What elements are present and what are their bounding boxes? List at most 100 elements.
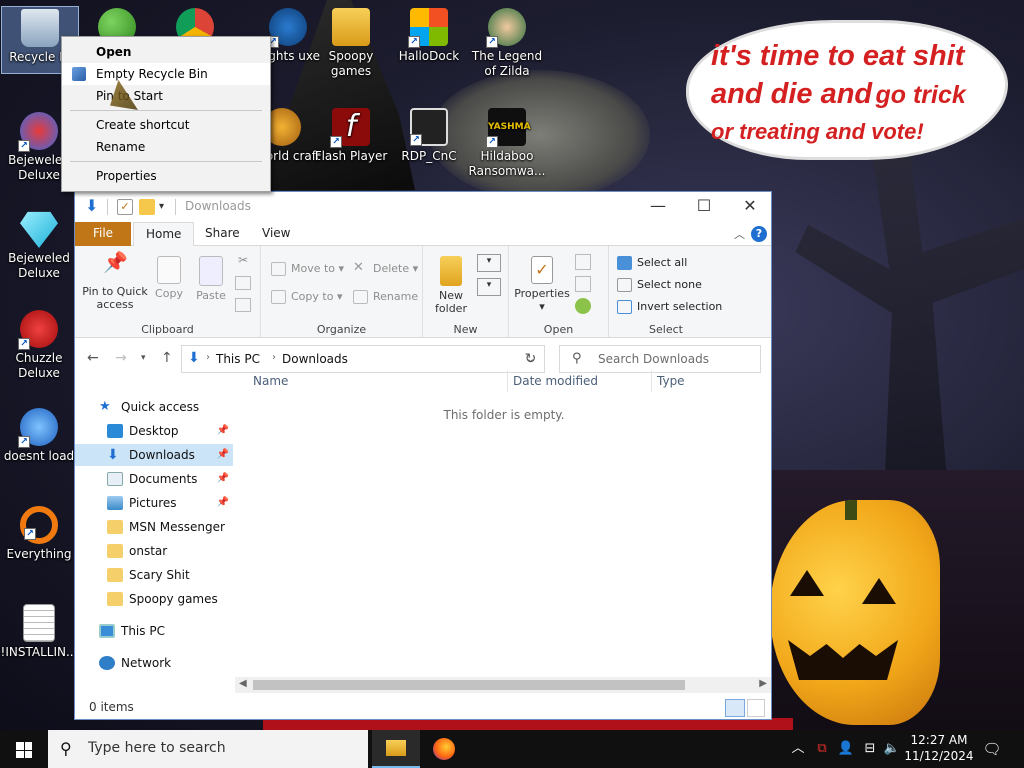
- details-view-button[interactable]: [725, 699, 745, 717]
- new-folder-icon[interactable]: [139, 199, 155, 215]
- user-icon[interactable]: 👤: [836, 730, 856, 768]
- help-icon[interactable]: ?: [751, 226, 767, 242]
- paste-shortcut-icon[interactable]: [235, 298, 251, 312]
- nav-folder-onstar[interactable]: onstar: [75, 540, 233, 562]
- column-header-name[interactable]: Name: [253, 370, 288, 392]
- properties-check-icon[interactable]: ✓: [117, 199, 133, 215]
- security-alert-icon[interactable]: ⧉: [812, 730, 832, 768]
- forward-button[interactable]: →: [115, 350, 127, 366]
- nav-folder-spoopy-games[interactable]: Spoopy games: [75, 588, 233, 610]
- paste-button[interactable]: Paste: [193, 256, 229, 302]
- pin-to-quick-access-button[interactable]: 📌 Pin to Quick access: [81, 252, 149, 311]
- up-button[interactable]: ↑: [161, 350, 173, 366]
- large-icons-view-button[interactable]: [747, 699, 765, 717]
- recycle-bin-icon: [21, 9, 59, 47]
- breadcrumb-this-pc[interactable]: This PC: [216, 352, 260, 366]
- tab-view[interactable]: View: [250, 222, 302, 246]
- taskbar-clock[interactable]: 12:27 AM 11/12/2024: [900, 732, 978, 764]
- maximize-button[interactable]: ☐: [681, 192, 727, 222]
- nav-quick-access[interactable]: ★ Quick access: [75, 396, 233, 418]
- menu-item-rename[interactable]: Rename: [62, 136, 270, 158]
- recent-locations-chevron-icon[interactable]: ▾: [141, 353, 146, 363]
- desktop-icon-legend-of-zilda[interactable]: ↗ The Legend of Zilda: [468, 6, 546, 79]
- desktop-icon-rdp-cnc[interactable]: ↗ RDP_CnC: [390, 106, 468, 164]
- open-icon[interactable]: [575, 254, 591, 270]
- column-header-type[interactable]: Type: [657, 370, 685, 392]
- taskbar-firefox[interactable]: [420, 730, 468, 768]
- move-to-button[interactable]: Move to ▾: [271, 260, 344, 278]
- pin-icon: 📌: [216, 449, 229, 460]
- scrollbar-thumb[interactable]: [253, 680, 685, 690]
- desktop-icon-label: Bejeweled Deluxe: [8, 251, 70, 280]
- quick-access-dropdown-icon[interactable]: ▾: [159, 199, 175, 215]
- new-folder-button[interactable]: New folder: [427, 256, 475, 315]
- column-header-date-modified[interactable]: Date modified: [513, 370, 598, 392]
- copy-button[interactable]: Copy: [151, 256, 187, 300]
- nav-folder-msn-messenger[interactable]: MSN Messenger: [75, 516, 233, 538]
- desktop-icon-bejeweled-2[interactable]: ↗ Bejeweled Deluxe: [0, 208, 78, 281]
- rename-button[interactable]: Rename: [353, 288, 418, 306]
- nav-this-pc[interactable]: This PC: [75, 620, 233, 642]
- show-hidden-icons-icon[interactable]: ︿: [788, 730, 808, 768]
- nav-documents[interactable]: Documents 📌: [75, 468, 233, 490]
- tab-home[interactable]: Home: [133, 222, 195, 247]
- edit-icon[interactable]: [575, 276, 591, 292]
- tab-share[interactable]: Share: [193, 222, 252, 246]
- properties-button[interactable]: ✓ Properties ▾: [513, 256, 571, 313]
- nav-pictures[interactable]: Pictures 📌: [75, 492, 233, 514]
- collapse-ribbon-icon[interactable]: ︿: [734, 226, 745, 242]
- select-all-button[interactable]: Select all: [617, 254, 687, 272]
- copy-path-icon[interactable]: [235, 276, 251, 290]
- menu-item-properties[interactable]: Properties: [62, 165, 270, 187]
- desktop-icon-everything[interactable]: ↗ Everything: [0, 504, 78, 562]
- network-tray-icon[interactable]: ⊟: [860, 730, 880, 768]
- nav-folder-scary-shit[interactable]: Scary Shit: [75, 564, 233, 586]
- nav-network[interactable]: Network: [75, 652, 233, 674]
- notifications-icon[interactable]: 🗨: [980, 730, 1004, 768]
- scroll-left-icon[interactable]: ◀: [239, 678, 247, 689]
- desktop-icon-chuzzle[interactable]: ↗ Chuzzle Deluxe: [0, 308, 78, 381]
- desktop-icon-spoopy-games[interactable]: Spoopy games: [312, 6, 390, 79]
- copy-to-button[interactable]: Copy to ▾: [271, 288, 342, 306]
- desktop-icon-hallodock[interactable]: ↗ HalloDock: [390, 6, 468, 64]
- scroll-right-icon[interactable]: ▶: [759, 678, 767, 689]
- search-icon: ↗: [20, 506, 58, 544]
- start-button[interactable]: [0, 730, 48, 768]
- back-button[interactable]: ←: [87, 350, 99, 366]
- breadcrumb-downloads[interactable]: Downloads: [282, 352, 348, 366]
- cut-icon[interactable]: ✂: [235, 254, 251, 267]
- menu-item-open[interactable]: Open: [62, 41, 270, 63]
- desktop-icon-thunderbird[interactable]: ↗ doesnt load: [0, 406, 78, 464]
- delete-x-icon: ✕: [353, 260, 364, 275]
- menu-item-create-shortcut[interactable]: Create shortcut: [62, 114, 270, 136]
- nav-downloads[interactable]: ⬇ Downloads 📌: [75, 444, 233, 466]
- minimize-button[interactable]: —: [635, 192, 681, 222]
- taskbar-file-explorer[interactable]: [372, 730, 420, 768]
- desktop-icon-label: Flash Player: [314, 149, 388, 163]
- invert-selection-button[interactable]: Invert selection: [617, 298, 722, 316]
- delete-button[interactable]: ✕ Delete ▾: [353, 260, 418, 278]
- desktop-icon-flash-player[interactable]: f ↗ Flash Player: [312, 106, 390, 164]
- horizontal-scrollbar[interactable]: ◀ ▶: [235, 677, 771, 693]
- item-count: 0 items: [89, 700, 134, 714]
- select-none-button[interactable]: Select none: [617, 276, 702, 294]
- new-item-icon[interactable]: ▾: [477, 254, 501, 272]
- desktop-icon-installing[interactable]: !INSTALLIN...: [0, 602, 78, 660]
- desktop-icon-label: The Legend of Zilda: [471, 49, 543, 78]
- menu-item-pin-to-start[interactable]: Pin to Start: [62, 85, 270, 107]
- tab-file[interactable]: File: [75, 222, 131, 246]
- history-icon[interactable]: [575, 298, 591, 314]
- easy-access-icon[interactable]: ▾: [477, 278, 501, 296]
- taskbar-search-box[interactable]: ⚲ Type here to search: [48, 730, 368, 768]
- volume-icon[interactable]: 🔈: [882, 730, 902, 768]
- network-icon: [99, 656, 115, 670]
- wallpaper-pumpkin: [770, 500, 940, 725]
- desktop-icon-hildaboo[interactable]: YASHMA ↗ Hildaboo Ransomwa...: [468, 106, 546, 179]
- nav-desktop[interactable]: Desktop 📌: [75, 420, 233, 442]
- file-list[interactable]: Name Date modified Type This folder is e…: [235, 368, 771, 697]
- button-label: Pin to Quick access: [82, 285, 148, 311]
- close-button[interactable]: ✕: [727, 192, 773, 222]
- group-label: Select: [649, 323, 683, 336]
- menu-item-empty-recycle-bin[interactable]: Empty Recycle Bin: [62, 63, 270, 85]
- title-bar[interactable]: ⬇ ✓ ▾ Downloads — ☐ ✕: [75, 192, 771, 222]
